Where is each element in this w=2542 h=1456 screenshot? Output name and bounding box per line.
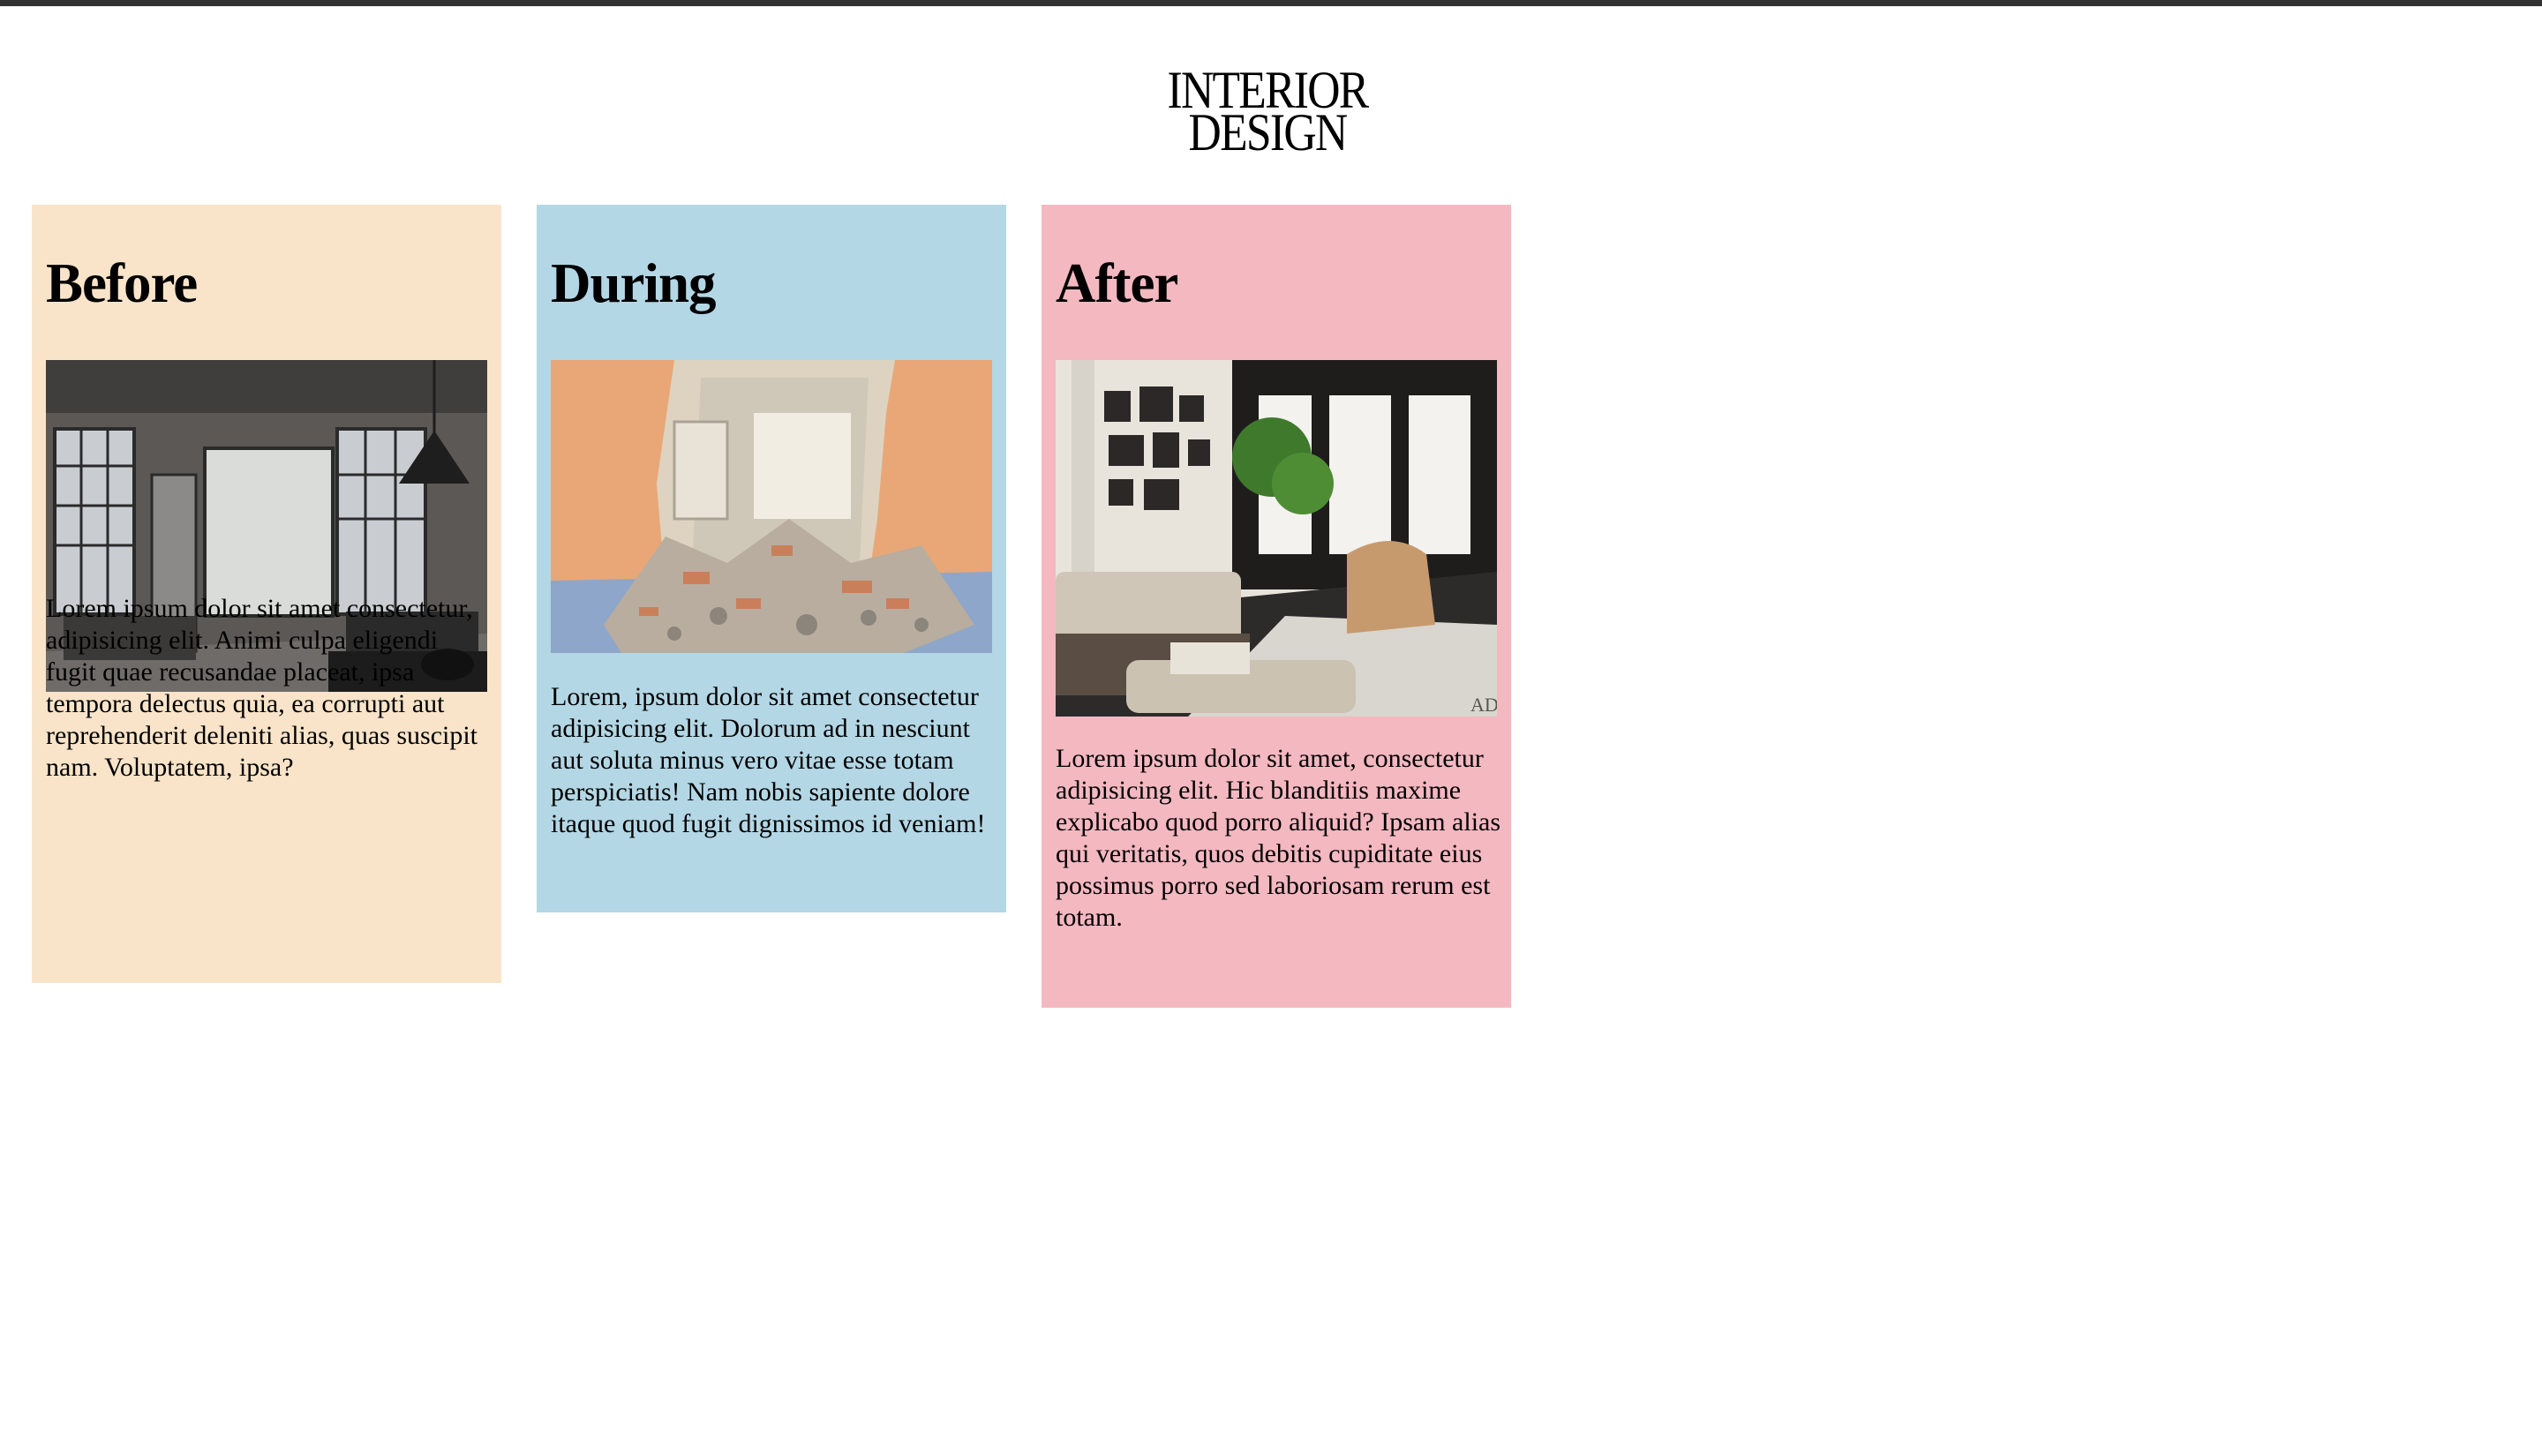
card-before: Before Lorem ipsum dolor sit amet consec… — [32, 205, 501, 983]
card-title: After — [1056, 252, 1178, 314]
ad-watermark: AD — [1470, 694, 1497, 716]
logo-line-2: DESIGN — [1188, 103, 1349, 161]
browser-top-bar — [0, 0, 2542, 6]
card-after: After AD Lorem ipsum dolor sit amet, con… — [1042, 205, 1511, 1008]
after-photo: AD — [1056, 360, 1497, 717]
card-title: Before — [46, 252, 198, 314]
card-during: During Lorem, ipsum dolor sit amet conse… — [537, 205, 1006, 912]
card-title: During — [551, 252, 717, 314]
living-room-image: AD — [1056, 360, 1497, 717]
card-description: Lorem ipsum dolor sit amet consectetur, … — [46, 594, 478, 782]
during-photo — [551, 360, 992, 653]
card-description: Lorem, ipsum dolor sit amet consectetur … — [551, 682, 986, 838]
demolition-image — [551, 360, 992, 653]
card-description: Lorem ipsum dolor sit amet, consectetur … — [1056, 744, 1501, 932]
interior-design-logo[interactable]: INTERIOR DESIGN — [1162, 64, 1374, 161]
